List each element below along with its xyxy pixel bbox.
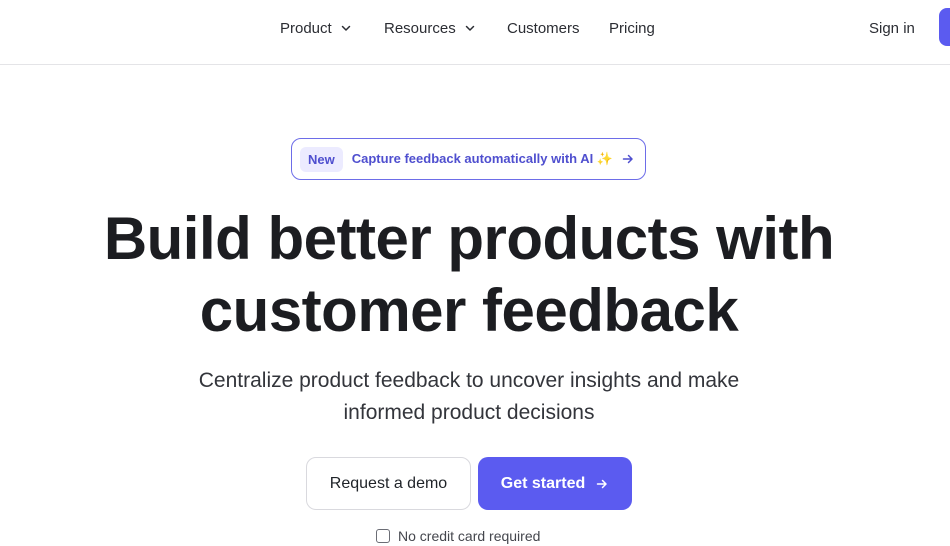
sign-in-link[interactable]: Sign in — [869, 17, 915, 39]
hero-subheading: Centralize product feedback to uncover i… — [0, 365, 938, 429]
sign-in-label: Sign in — [869, 19, 915, 37]
nav-customers-label: Customers — [507, 19, 580, 37]
get-started-label: Get started — [500, 474, 586, 492]
subhead-line-1: Centralize product feedback to uncover i… — [198, 369, 740, 392]
announcement-badge[interactable]: New Capture feedback automatically with … — [291, 138, 646, 180]
arrow-right-icon — [596, 479, 607, 488]
hero-headline: Build better products with customer feed… — [0, 203, 950, 347]
nav-resources-label: Resources — [384, 19, 456, 37]
nav-cta-button[interactable] — [939, 8, 950, 46]
nav-pricing-label: Pricing — [609, 19, 655, 37]
nav-customers[interactable]: Customers — [507, 17, 580, 39]
arrow-right-icon — [622, 154, 633, 164]
new-pill: New — [300, 146, 343, 172]
nav-product-label: Product — [280, 19, 332, 37]
nav-product[interactable]: Product — [280, 17, 352, 39]
headline-line-2: customer feedback — [199, 277, 739, 344]
card-icon — [376, 529, 390, 543]
chevron-down-icon — [341, 25, 350, 31]
no-credit-card-text: No credit card required — [398, 528, 541, 544]
headline-line-1: Build better products with — [103, 205, 835, 272]
top-navigation: Product Resources Customers Pricing Sign… — [0, 0, 950, 65]
nav-pricing[interactable]: Pricing — [609, 17, 655, 39]
nav-resources[interactable]: Resources — [384, 17, 476, 39]
request-demo-button[interactable]: Request a demo — [306, 457, 471, 510]
chevron-down-icon — [465, 25, 474, 31]
subhead-line-2: informed product decisions — [343, 401, 595, 424]
announcement-text: Capture feedback automatically with AI ✨ — [351, 151, 614, 166]
get-started-button[interactable]: Get started — [478, 457, 632, 510]
no-credit-card-note: No credit card required — [376, 526, 540, 546]
request-demo-label: Request a demo — [329, 474, 448, 492]
